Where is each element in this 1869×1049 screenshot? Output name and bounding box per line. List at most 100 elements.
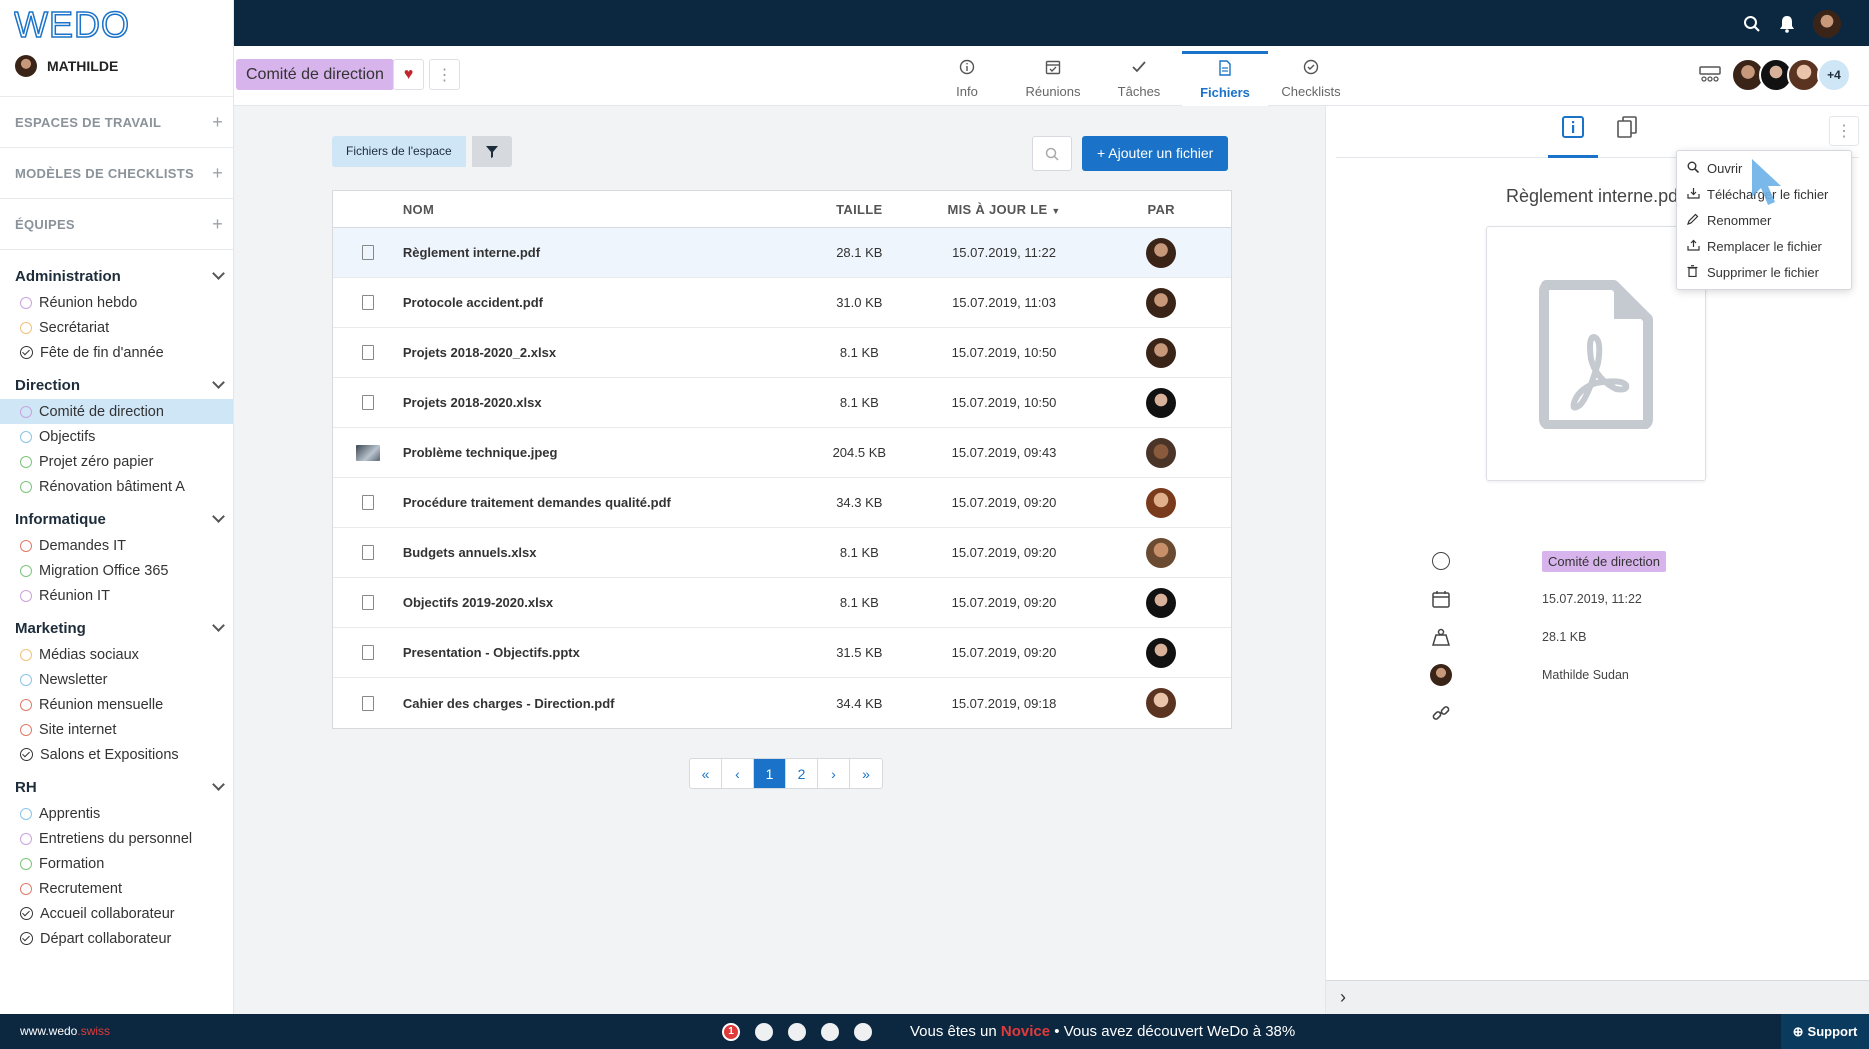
progress-step[interactable]	[821, 1023, 839, 1041]
space-files-filter[interactable]: Fichiers de l'espace	[332, 136, 466, 167]
page-button[interactable]: 1	[754, 759, 786, 788]
sidebar-item[interactable]: Fête de fin d'année	[0, 340, 233, 365]
workspace-menu-button[interactable]: ⋮	[429, 59, 460, 90]
current-user[interactable]: MATHILDE	[0, 48, 233, 84]
add-icon[interactable]: +	[212, 112, 223, 133]
file-name[interactable]: Projets 2018-2020_2.xlsx	[403, 345, 802, 360]
sidebar-item[interactable]: Réunion hebdo	[0, 290, 233, 315]
sidebar-group-header[interactable]: Marketing	[0, 614, 233, 642]
menu-item-renommer[interactable]: Renommer	[1677, 207, 1851, 233]
favorite-button[interactable]: ♥	[393, 59, 424, 90]
uploader-avatar[interactable]	[1146, 437, 1177, 468]
file-name[interactable]: Projets 2018-2020.xlsx	[403, 395, 802, 410]
file-search-button[interactable]	[1032, 136, 1072, 171]
uploader-avatar[interactable]	[1146, 487, 1177, 518]
more-members-badge[interactable]: +4	[1817, 58, 1851, 92]
progress-step[interactable]	[854, 1023, 872, 1041]
progress-step[interactable]	[788, 1023, 806, 1041]
uploader-avatar[interactable]	[1146, 587, 1177, 618]
chevron-down-icon[interactable]	[212, 619, 225, 632]
sidebar-group-header[interactable]: Administration	[0, 262, 233, 290]
tab-info[interactable]: Info	[924, 51, 1010, 106]
uploader-avatar[interactable]	[1146, 237, 1177, 268]
sidebar-item[interactable]: Recrutement	[0, 876, 233, 901]
site-url[interactable]: www.wedo.swiss	[20, 1024, 110, 1038]
table-row[interactable]: Problème technique.jpeg 204.5 KB 15.07.201…	[333, 428, 1231, 478]
tab-tâches[interactable]: Tâches	[1096, 51, 1182, 106]
sidebar-section[interactable]: MODÈLES DE CHECKLISTS +	[0, 160, 233, 186]
wedo-logo[interactable]: WEDO	[0, 0, 233, 48]
sidebar-item[interactable]: Réunion IT	[0, 583, 233, 608]
sidebar-item[interactable]: Objectifs	[0, 424, 233, 449]
table-row[interactable]: Procédure traitement demandes qualité.pd…	[333, 478, 1231, 528]
sidebar-item[interactable]: Accueil collaborateur	[0, 901, 233, 926]
account-avatar[interactable]	[1813, 10, 1841, 38]
sidebar-item[interactable]: Réunion mensuelle	[0, 692, 233, 717]
table-row[interactable]: Protocole accident.pdf 31.0 KB 15.07.2019,…	[333, 278, 1231, 328]
sidebar-group-header[interactable]: Direction	[0, 371, 233, 399]
workspace-tag[interactable]: Comité de direction	[1542, 550, 1666, 572]
sidebar-item[interactable]: Entretiens du personnel	[0, 826, 233, 851]
table-row[interactable]: Projets 2018-2020.xlsx 8.1 KB 15.07.2019, …	[333, 378, 1231, 428]
filter-button[interactable]	[472, 136, 512, 167]
bell-icon[interactable]	[1779, 15, 1795, 33]
sidebar-item[interactable]: Apprentis	[0, 801, 233, 826]
sidebar-item[interactable]: Rénovation bâtiment A	[0, 474, 233, 499]
tab-checklists[interactable]: Checklists	[1268, 51, 1354, 106]
page-button[interactable]: ‹	[722, 759, 754, 788]
add-file-button[interactable]: + Ajouter un fichier	[1082, 136, 1229, 171]
file-name[interactable]: Règlement interne.pdf	[403, 245, 802, 260]
detail-versions-tab[interactable]	[1602, 116, 1652, 158]
sidebar-section[interactable]: ÉQUIPES +	[0, 211, 233, 237]
collapse-panel-icon[interactable]: ›	[1340, 987, 1346, 1008]
chevron-down-icon[interactable]	[212, 778, 225, 791]
page-button[interactable]: «	[690, 759, 722, 788]
uploader-avatar[interactable]	[1146, 287, 1177, 318]
file-name[interactable]: Protocole accident.pdf	[403, 295, 802, 310]
sidebar-group-header[interactable]: RH	[0, 773, 233, 801]
chevron-down-icon[interactable]	[212, 376, 225, 389]
col-size[interactable]: TAILLE	[802, 202, 917, 217]
sidebar-item[interactable]: Médias sociaux	[0, 642, 233, 667]
uploader-avatar[interactable]	[1146, 387, 1177, 418]
file-name[interactable]: Problème technique.jpeg	[403, 445, 802, 460]
table-row[interactable]: Cahier des charges - Direction.pdf 34.4 K…	[333, 678, 1231, 728]
col-date[interactable]: MIS À JOUR LE ▼	[917, 202, 1092, 217]
table-row[interactable]: Presentation - Objectifs.pptx 31.5 KB 15.0…	[333, 628, 1231, 678]
link-icon[interactable]	[1432, 704, 1450, 722]
table-row[interactable]: Projets 2018-2020_2.xlsx 8.1 KB 15.07.2019…	[333, 328, 1231, 378]
page-button[interactable]: 2	[786, 759, 818, 788]
add-icon[interactable]: +	[212, 163, 223, 184]
file-name[interactable]: Objectifs 2019-2020.xlsx	[403, 595, 802, 610]
uploader-avatar[interactable]	[1146, 688, 1177, 718]
table-row[interactable]: Budgets annuels.xlsx 8.1 KB 15.07.2019, 09…	[333, 528, 1231, 578]
sidebar-item[interactable]: Site internet	[0, 717, 233, 742]
tab-réunions[interactable]: Réunions	[1010, 51, 1096, 106]
chevron-down-icon[interactable]	[212, 510, 225, 523]
sidebar-item[interactable]: Départ collaborateur	[0, 926, 233, 951]
detail-menu-button[interactable]: ⋮	[1829, 116, 1859, 146]
support-button[interactable]: ⊕ Support	[1781, 1014, 1869, 1049]
page-button[interactable]: ›	[818, 759, 850, 788]
add-icon[interactable]: +	[212, 214, 223, 235]
menu-item-remplacer[interactable]: Remplacer le fichier	[1677, 233, 1851, 259]
sidebar-item[interactable]: Demandes IT	[0, 533, 233, 558]
sidebar-item[interactable]: Formation	[0, 851, 233, 876]
file-name[interactable]: Presentation - Objectifs.pptx	[403, 645, 802, 660]
sidebar-item[interactable]: Secrétariat	[0, 315, 233, 340]
member-avatars[interactable]: +4	[1731, 58, 1851, 92]
col-by[interactable]: PAR	[1091, 202, 1231, 217]
uploader-avatar[interactable]	[1146, 337, 1177, 368]
menu-item-supprimer[interactable]: Supprimer le fichier	[1677, 259, 1851, 285]
sidebar-item[interactable]: Projet zéro papier	[0, 449, 233, 474]
progress-step-1[interactable]: 1	[722, 1023, 740, 1041]
detail-info-tab[interactable]	[1548, 116, 1598, 158]
tab-fichiers[interactable]: Fichiers	[1182, 51, 1268, 106]
uploader-avatar[interactable]	[1146, 637, 1177, 668]
progress-step[interactable]	[755, 1023, 773, 1041]
file-preview[interactable]	[1486, 226, 1706, 481]
sidebar-group-header[interactable]: Informatique	[0, 505, 233, 533]
file-name[interactable]: Cahier des charges - Direction.pdf	[403, 696, 802, 711]
file-name[interactable]: Budgets annuels.xlsx	[403, 545, 802, 560]
file-name[interactable]: Procédure traitement demandes qualité.pd…	[403, 495, 802, 510]
